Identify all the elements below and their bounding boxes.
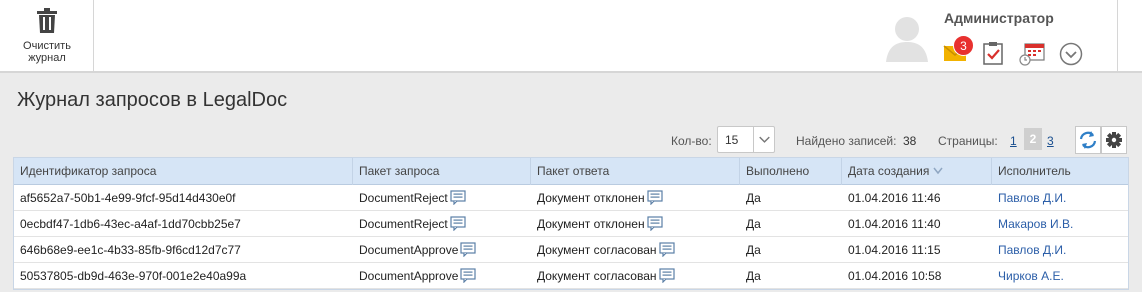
table-row[interactable]: 646b68e9-ee1c-4b33-85fb-9f6cd12d7c77 Doc… bbox=[14, 237, 1128, 263]
page-link-1[interactable]: 1 bbox=[1010, 134, 1017, 148]
message-icon[interactable] bbox=[647, 190, 663, 205]
records-found-value: 38 bbox=[903, 134, 917, 148]
records-found-label: Найдено записей: bbox=[796, 134, 897, 148]
calendar-icon[interactable] bbox=[1019, 42, 1045, 66]
done-cell: Да bbox=[746, 217, 761, 231]
refresh-icon bbox=[1079, 131, 1097, 149]
message-icon[interactable] bbox=[450, 190, 466, 205]
request-package-cell: DocumentReject bbox=[353, 185, 531, 211]
message-icon[interactable] bbox=[460, 268, 476, 283]
page-size-select[interactable]: 15 bbox=[717, 126, 775, 153]
message-icon[interactable] bbox=[658, 242, 675, 257]
table-header: Идентификатор запроса Пакет запроса Паке… bbox=[14, 158, 1128, 185]
page-size-value: 15 bbox=[725, 133, 739, 147]
request-id-cell: 0ecbdf47-1db6-43ec-a4af-1dd70cbb25e7 bbox=[20, 217, 241, 231]
done-cell: Да bbox=[746, 269, 761, 283]
request-package-cell: DocumentReject bbox=[353, 211, 531, 237]
request-id-cell: 646b68e9-ee1c-4b33-85fb-9f6cd12d7c77 bbox=[20, 243, 241, 257]
sort-desc-icon bbox=[933, 167, 943, 175]
executor-link[interactable]: Чирков А.Е. bbox=[992, 263, 1130, 289]
unread-badge: 3 bbox=[953, 35, 974, 56]
page-size-label: Кол-во: bbox=[671, 134, 712, 148]
response-package-cell: Документ согласован bbox=[531, 263, 740, 289]
username: Администратор bbox=[944, 10, 1054, 26]
requests-table: Идентификатор запроса Пакет запроса Паке… bbox=[13, 157, 1129, 290]
avatar bbox=[886, 17, 928, 62]
created-cell: 01.04.2016 11:46 bbox=[848, 191, 941, 205]
clear-log-label: Очистить журнал bbox=[23, 40, 71, 64]
executor-link[interactable]: Макаров И.В. bbox=[992, 211, 1130, 237]
chevron-down-icon[interactable] bbox=[1059, 42, 1083, 66]
gear-icon bbox=[1106, 132, 1122, 148]
top-toolbar: Очистить журнал Администратор 3 bbox=[0, 0, 1142, 73]
column-header[interactable]: Исполнитель bbox=[992, 158, 1130, 185]
column-header[interactable]: Выполнено bbox=[740, 158, 842, 185]
table-row[interactable]: 0ecbdf47-1db6-43ec-a4af-1dd70cbb25e7 Doc… bbox=[14, 211, 1128, 237]
created-cell: 01.04.2016 11:40 bbox=[848, 217, 941, 231]
created-cell: 01.04.2016 10:58 bbox=[848, 269, 942, 283]
executor-link[interactable]: Павлов Д.И. bbox=[992, 185, 1130, 211]
column-header[interactable]: Идентификатор запроса bbox=[14, 158, 353, 185]
trash-icon bbox=[37, 8, 57, 33]
request-id-cell: af5652a7-50b1-4e99-9fcf-95d14d430e0f bbox=[20, 191, 236, 205]
pager-bar: Кол-во: 15 Найдено записей: 38 Страницы:… bbox=[0, 126, 1142, 154]
response-package-cell: Документ отклонен bbox=[531, 211, 740, 237]
message-icon[interactable] bbox=[460, 242, 476, 257]
request-package-cell: DocumentApprove bbox=[353, 263, 531, 289]
executor-link[interactable]: Павлов Д.И. bbox=[992, 237, 1130, 263]
message-icon[interactable] bbox=[450, 216, 466, 231]
request-id-cell: 50537805-db9d-463e-970f-001e2e40a99a bbox=[20, 269, 247, 283]
done-cell: Да bbox=[746, 191, 761, 205]
settings-button[interactable] bbox=[1101, 126, 1127, 154]
clear-log-button[interactable]: Очистить журнал bbox=[0, 0, 94, 71]
table-row[interactable]: 50537805-db9d-463e-970f-001e2e40a99a Doc… bbox=[14, 263, 1128, 289]
page-link-current[interactable]: 2 bbox=[1024, 128, 1042, 150]
tasks-icon[interactable] bbox=[982, 41, 1004, 65]
refresh-button[interactable] bbox=[1075, 126, 1101, 154]
page-link-3[interactable]: 3 bbox=[1047, 134, 1054, 148]
page-title: Журнал запросов в LegalDoc bbox=[17, 89, 288, 111]
chevron-down-icon bbox=[753, 127, 770, 152]
response-package-cell: Документ отклонен bbox=[531, 185, 740, 211]
column-header[interactable]: Пакет запроса bbox=[353, 158, 531, 185]
response-package-cell: Документ согласован bbox=[531, 237, 740, 263]
table-row[interactable]: af5652a7-50b1-4e99-9fcf-95d14d430e0f Doc… bbox=[14, 185, 1128, 211]
pages-label: Страницы: bbox=[938, 134, 998, 148]
created-cell: 01.04.2016 11:15 bbox=[848, 243, 941, 257]
message-icon[interactable] bbox=[658, 268, 675, 283]
toolbar-divider bbox=[1117, 0, 1118, 71]
request-package-cell: DocumentApprove bbox=[353, 237, 531, 263]
message-icon[interactable] bbox=[647, 216, 663, 231]
done-cell: Да bbox=[746, 243, 761, 257]
column-header[interactable]: Пакет ответа bbox=[531, 158, 740, 185]
column-header-sorted[interactable]: Дата создания bbox=[842, 158, 992, 185]
column-header-label: Дата создания bbox=[848, 164, 930, 178]
